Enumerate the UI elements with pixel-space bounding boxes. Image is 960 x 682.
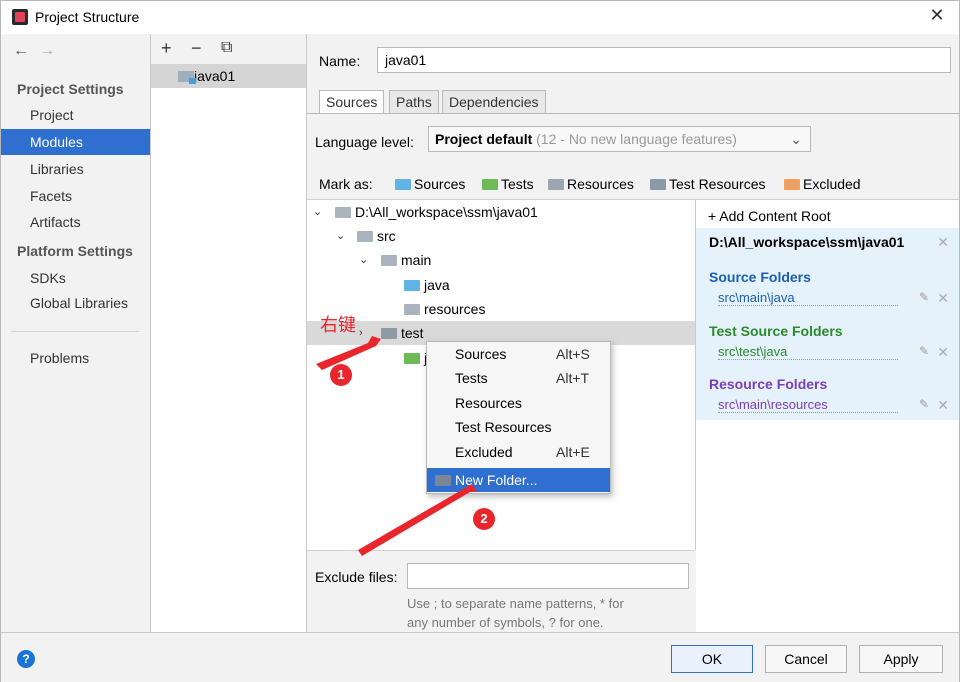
step-1-badge: 1 bbox=[330, 364, 352, 386]
arrow-2 bbox=[358, 484, 477, 556]
step-2-badge: 2 bbox=[473, 508, 495, 530]
arrow-1 bbox=[316, 336, 381, 370]
right-click-annotation: 右键 bbox=[320, 315, 356, 335]
annotation-arrows bbox=[316, 336, 477, 556]
